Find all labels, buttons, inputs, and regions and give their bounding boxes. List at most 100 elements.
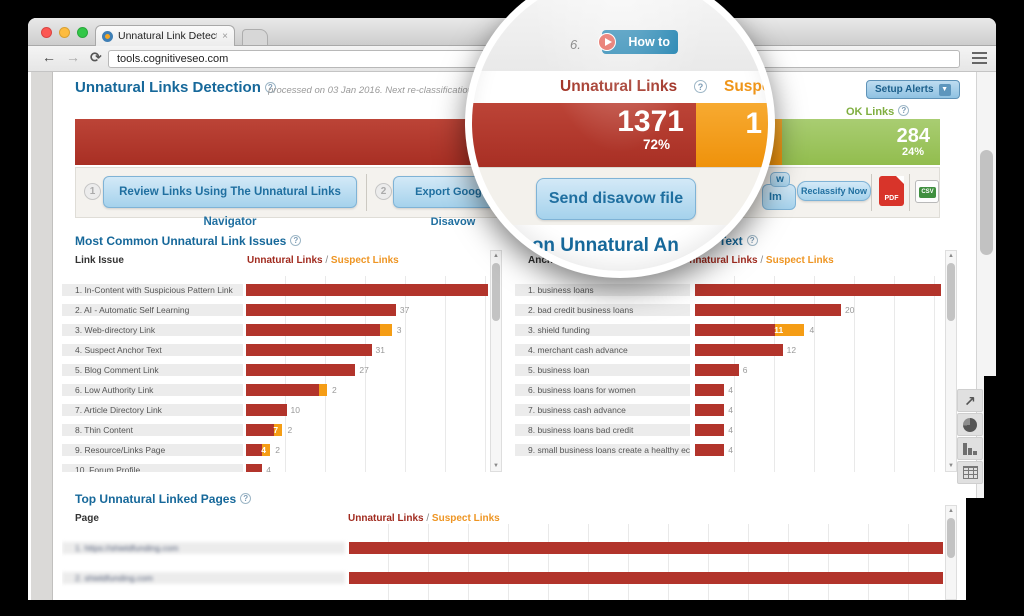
unnatural-bar — [246, 424, 274, 436]
expand-arrow-icon[interactable]: ↗ — [957, 389, 983, 412]
magnified-anchors-title-fragment: mmon Unnatural An — [498, 235, 679, 257]
chart-row: 2. AI - Automatic Self Learning37 — [62, 304, 488, 316]
pages-scrollbar[interactable]: ▲ — [945, 505, 957, 600]
unnatural-value-label: 4 — [728, 425, 733, 435]
help-icon[interactable]: ? — [747, 235, 758, 246]
unnatural-value-label: 4 — [728, 385, 733, 395]
suspect-value-label: 2 — [332, 385, 337, 395]
chart-row-label: 4. merchant cash advance — [515, 344, 690, 356]
issues-col-label: Link Issue — [75, 255, 124, 266]
issues-col-values: Unnatural Links / Suspect Links — [247, 255, 399, 266]
chart-row-label: 8. Thin Content — [62, 424, 243, 436]
menu-icon[interactable] — [972, 52, 987, 64]
pdf-export-icon[interactable]: PDF — [879, 176, 904, 206]
table-grid-icon[interactable] — [957, 461, 983, 484]
unnatural-bar — [695, 444, 724, 456]
chart-row-label: 6. Low Authority Link — [62, 384, 243, 396]
minimize-window-icon[interactable] — [59, 27, 70, 38]
suspect-bar — [380, 324, 392, 336]
magnified-suspect-bar: 1 — [696, 103, 768, 167]
pages-chart: 1. https://shieldfunding.com 2. shieldfun… — [62, 524, 946, 600]
tab-close-icon[interactable]: × — [222, 31, 228, 42]
import-disavow-button-fragment-2: w — [770, 172, 790, 187]
suspect-value-label: 4 — [810, 325, 815, 335]
suspect-value-label: 3 — [397, 325, 402, 335]
suspect-bar — [319, 384, 327, 396]
site-favicon-icon — [102, 31, 113, 42]
crop-mask — [0, 600, 1024, 616]
new-tab-button[interactable] — [242, 29, 268, 45]
help-icon[interactable]: ? — [290, 235, 301, 246]
ok-links-bar: 284 24% — [782, 119, 940, 165]
chart-row: 9. Resource/Links Page42 — [62, 444, 488, 456]
chart-row-label: 10. Forum Profile — [62, 464, 243, 472]
setup-alerts-button[interactable]: Setup Alerts ▼ — [866, 80, 960, 99]
magnified-note-fragment: 6. — [570, 37, 581, 52]
unnatural-value-label: 37 — [400, 305, 409, 315]
unnatural-value-label: 27 — [359, 365, 368, 375]
how-to-button[interactable]: How to — [602, 30, 678, 54]
unnatural-bar — [695, 284, 941, 296]
browser-tab[interactable]: Unnatural Link Detection × — [95, 25, 235, 46]
issues-chart: 1. In-Content with Suspicious Pattern Li… — [62, 276, 488, 472]
chart-row: 3. shield funding114 — [515, 324, 943, 336]
divider — [366, 174, 367, 211]
chart-row: 2. shieldfunding.com — [62, 572, 946, 584]
chart-row: 1. https://shieldfunding.com — [62, 542, 946, 554]
send-disavow-button[interactable]: Send disavow file — [536, 178, 696, 220]
csv-export-icon[interactable]: CSV — [915, 180, 939, 203]
chart-row: 4. merchant cash advance12 — [515, 344, 943, 356]
chart-row: 8. Thin Content 72 — [62, 424, 488, 436]
help-icon[interactable]: ? — [898, 105, 909, 116]
unnatural-bar — [246, 404, 287, 416]
unnatural-links-pct: 72% — [643, 137, 670, 152]
unnatural-value-label: 31 — [376, 345, 385, 355]
chart-row-label: 6. business loans for women — [515, 384, 690, 396]
bar-chart-icon[interactable] — [957, 437, 983, 460]
anchors-scrollbar[interactable]: ▲ ▼ — [945, 250, 957, 472]
review-links-button[interactable]: Review Links Using The Unnatural Links N… — [103, 176, 357, 208]
zoom-window-icon[interactable] — [77, 27, 88, 38]
unnatural-bar — [695, 364, 739, 376]
unnatural-bar — [695, 304, 841, 316]
step-2-badge: 2 — [375, 183, 392, 200]
unnatural-bar — [246, 344, 372, 356]
help-icon[interactable]: ? — [240, 493, 251, 504]
unnatural-value-label: 4 — [728, 445, 733, 455]
unnatural-value-label: 7 — [273, 425, 278, 435]
chart-row: 5. business loan6 — [515, 364, 943, 376]
ok-links-value: 284 — [897, 126, 930, 146]
chart-row: 4. Suspect Anchor Text31 — [62, 344, 488, 356]
browser-scrollbar-thumb[interactable] — [980, 150, 993, 255]
chart-row: 9. small business loans create a healthy… — [515, 444, 943, 456]
magnified-unnatural-bar: 1371 72% — [472, 103, 696, 167]
step-1-badge: 1 — [84, 183, 101, 200]
magnified-actions-strip: Send disavow file — [472, 167, 768, 225]
close-window-icon[interactable] — [41, 27, 52, 38]
suspect-value-label: 2 — [287, 425, 292, 435]
chart-row-label: 7. business cash advance — [515, 404, 690, 416]
chart-row: 7. business cash advance 4 — [515, 404, 943, 416]
reclassify-now-button[interactable]: Reclassify Now — [797, 181, 871, 201]
unnatural-bar — [246, 444, 262, 456]
page-left-gutter — [31, 72, 53, 600]
anchors-chart: 1. business loans2. bad credit business … — [515, 276, 943, 472]
unnatural-bar — [246, 324, 380, 336]
reload-button[interactable]: ⟳ — [90, 49, 102, 66]
magnified-suspect-links-label: Suspect L — [724, 78, 775, 96]
ok-links-label: OK Links? — [846, 105, 909, 118]
unnatural-bar — [349, 572, 943, 584]
back-button[interactable]: ← — [42, 49, 56, 65]
help-icon: ? — [694, 80, 707, 93]
unnatural-value-label: 4 — [728, 405, 733, 415]
screenshot-stage: Unnatural Link Detection × ← → ⟳ tools.c… — [0, 0, 1024, 616]
chart-row: 8. business loans bad credit4 — [515, 424, 943, 436]
chart-row-label: 2. bad credit business loans — [515, 304, 690, 316]
pages-col-label: Page — [75, 513, 99, 524]
anchors-col-values: Unnatural Links / Suspect Links — [682, 255, 834, 266]
chart-row: 6. business loans for women 4 — [515, 384, 943, 396]
pie-chart-icon[interactable] — [957, 413, 983, 436]
forward-button[interactable]: → — [66, 49, 80, 65]
page-title: Unnatural Links Detection? — [75, 79, 276, 97]
issues-scrollbar[interactable]: ▲ ▼ — [490, 250, 502, 472]
